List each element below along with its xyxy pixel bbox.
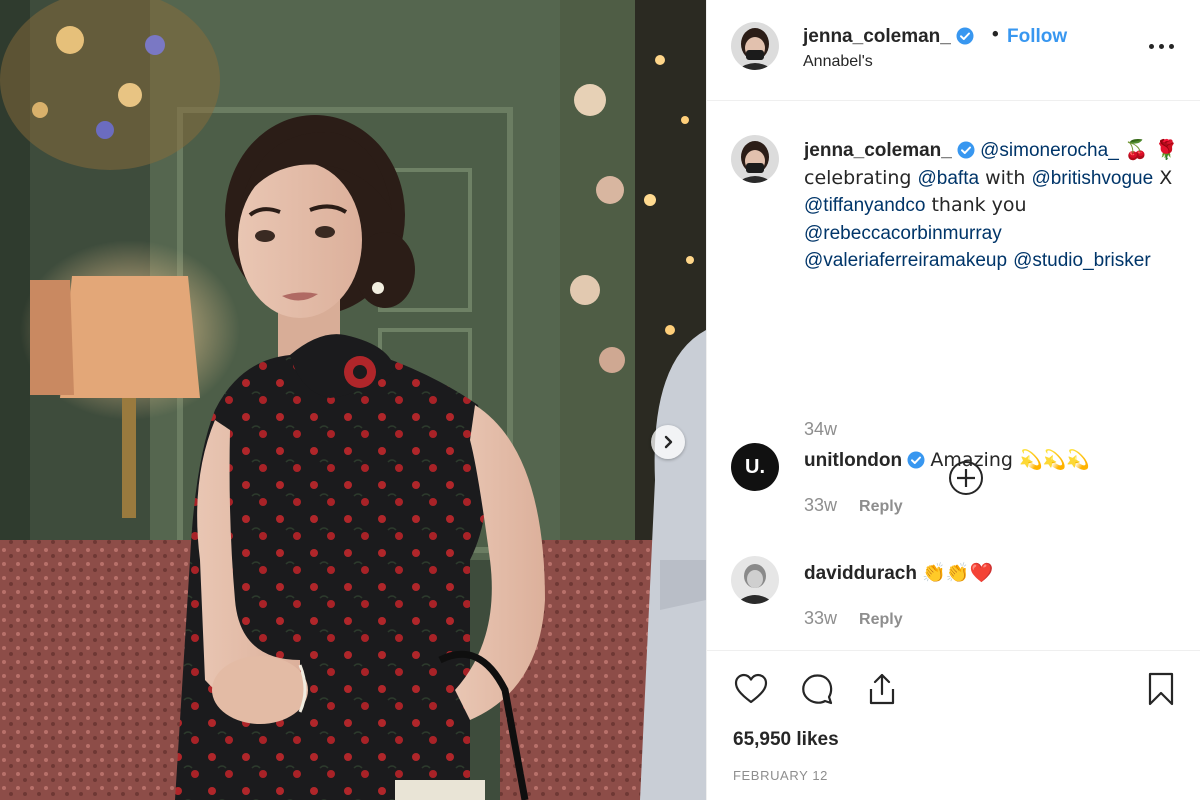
comment-button[interactable]: [799, 671, 835, 707]
post-photo[interactable]: [0, 0, 706, 800]
comment-timestamp[interactable]: 33w: [804, 608, 837, 628]
likes-count[interactable]: 65,950 likes: [733, 729, 839, 751]
caption-avatar[interactable]: [731, 135, 779, 183]
share-icon: [869, 673, 895, 705]
comment-item: daviddurach 👏👏❤️ 33w Reply: [707, 556, 1200, 636]
comment-item: U. unitlondon Amazing 💫💫💫 33w Reply: [707, 443, 1200, 523]
commenter-avatar-logo: U.: [745, 455, 765, 478]
caption-text-segment: X: [1153, 166, 1173, 189]
caption-mention-link[interactable]: @tiffanyandco: [804, 195, 925, 216]
caption-text-segment: with: [979, 166, 1032, 189]
reply-button[interactable]: Reply: [859, 498, 903, 515]
reply-button[interactable]: Reply: [859, 611, 903, 628]
comment-text: daviddurach 👏👏❤️: [804, 561, 993, 585]
follow-button[interactable]: Follow: [1007, 26, 1067, 48]
caption-mention-link[interactable]: @rebeccacorbinmurray: [804, 223, 1002, 244]
caption-timestamp[interactable]: 34w: [804, 419, 837, 440]
verified-badge-icon: [907, 451, 925, 469]
caption-mention-link[interactable]: @britishvogue: [1031, 168, 1153, 189]
verified-badge-icon: [957, 141, 975, 159]
commenter-avatar[interactable]: U.: [731, 443, 779, 491]
photo-illustration: [0, 0, 706, 800]
caption-mention-link[interactable]: @studio_brisker: [1013, 250, 1151, 271]
chevron-right-icon: [664, 435, 673, 449]
comment-meta: 33w Reply: [804, 495, 903, 516]
more-options-button[interactable]: [1147, 36, 1177, 56]
comment-body: 👏👏❤️: [922, 562, 994, 584]
next-photo-button[interactable]: [651, 425, 685, 459]
author-username[interactable]: jenna_coleman_: [803, 26, 974, 48]
more-dot-icon: [1149, 44, 1154, 49]
post-location[interactable]: Annabel's: [803, 53, 873, 71]
caption-mention-link[interactable]: @valeriaferreiramakeup: [804, 250, 1007, 271]
caption-text-segment: thank you: [925, 194, 1027, 216]
caption-username[interactable]: jenna_coleman_: [804, 140, 952, 161]
post-header: jenna_coleman_ • Follow Annabel's: [707, 0, 1200, 101]
post-actions: 65,950 likes FEBRUARY 12: [707, 650, 1200, 800]
post-date[interactable]: FEBRUARY 12: [733, 768, 828, 783]
commenter-avatar[interactable]: [731, 556, 779, 604]
like-button[interactable]: [733, 671, 769, 707]
author-avatar-image: [731, 22, 779, 70]
heart-icon: [734, 673, 768, 704]
header-separator: •: [992, 24, 999, 45]
comment-text: unitlondon Amazing 💫💫💫: [804, 448, 1090, 472]
caption-avatar-image: [731, 135, 779, 183]
commenter-username[interactable]: daviddurach: [804, 563, 917, 584]
comment-timestamp[interactable]: 33w: [804, 495, 837, 515]
comment-body: Amazing 💫💫💫: [930, 449, 1090, 471]
comment-icon: [802, 674, 833, 705]
author-username-text[interactable]: jenna_coleman_: [803, 26, 951, 47]
more-dot-icon: [1169, 44, 1174, 49]
save-button[interactable]: [1143, 671, 1179, 707]
verified-badge-icon: [956, 27, 974, 45]
author-avatar[interactable]: [731, 22, 779, 70]
comment-meta: 33w Reply: [804, 608, 903, 629]
instagram-post: jenna_coleman_ • Follow Annabel's jenna_…: [0, 0, 1200, 800]
caption-mention-link[interactable]: @simonerocha_: [980, 140, 1119, 161]
bookmark-icon: [1148, 672, 1174, 706]
post-caption: jenna_coleman_ @simonerocha_ 🍒 🌹celebrat…: [804, 137, 1189, 275]
caption-mention-link[interactable]: @bafta: [918, 168, 980, 189]
post-sidebar: jenna_coleman_ • Follow Annabel's jenna_…: [706, 0, 1200, 800]
more-dot-icon: [1159, 44, 1164, 49]
commenter-avatar-image: [731, 556, 779, 604]
share-button[interactable]: [864, 671, 900, 707]
commenter-username[interactable]: unitlondon: [804, 450, 902, 471]
